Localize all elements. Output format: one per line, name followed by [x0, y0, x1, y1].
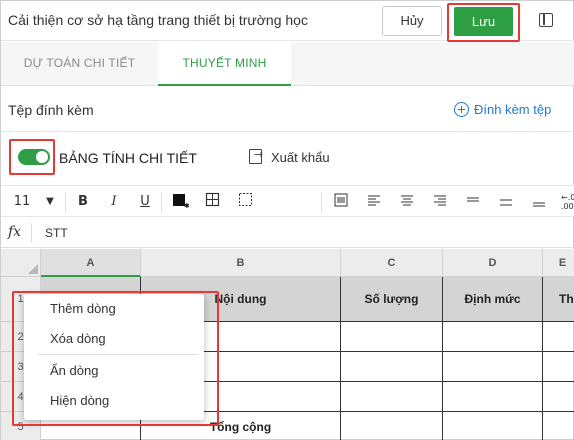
table-cell[interactable] [543, 322, 574, 352]
side-panel-icon[interactable] [539, 13, 553, 27]
bold-button[interactable]: B [75, 191, 91, 213]
table-cell[interactable] [443, 352, 543, 382]
align-left-icon[interactable] [365, 191, 383, 213]
column-header-e[interactable]: E [543, 249, 574, 277]
column-header-a[interactable]: A [41, 249, 141, 277]
tab-thuyet-minh[interactable]: THUYẾT MINH [158, 42, 291, 86]
fill-color-icon[interactable]: ✱ [171, 191, 190, 213]
sheet-toggle[interactable] [18, 149, 50, 165]
column-header-d[interactable]: D [443, 249, 543, 277]
formula-input[interactable]: STT [45, 226, 68, 240]
select-all-corner[interactable] [1, 249, 41, 277]
dialog-header: Cải thiện cơ sở hạ tầng trang thiết bị t… [1, 1, 574, 42]
table-cell[interactable] [543, 382, 574, 412]
table-cell[interactable] [443, 412, 543, 440]
dialog-title: Cải thiện cơ sở hạ tầng trang thiết bị t… [8, 12, 308, 28]
format-toolbar: 11 ▼ B I U ✱ ←.0 .00 [1, 185, 574, 217]
font-size-dropdown-icon[interactable]: ▼ [43, 191, 57, 213]
save-button[interactable]: Lưu [454, 7, 513, 36]
tab-du-toan-chi-tiet[interactable]: DỰ TOÁN CHI TIẾT [1, 42, 158, 86]
formula-bar: fx STT [1, 218, 574, 248]
vertical-align-bottom-icon[interactable] [530, 191, 548, 213]
table-cell[interactable] [443, 322, 543, 352]
borders-icon[interactable] [204, 191, 222, 213]
align-center-icon[interactable] [398, 191, 416, 213]
table-cell[interactable] [341, 382, 443, 412]
table-cell[interactable] [543, 352, 574, 382]
add-circle-icon[interactable] [454, 102, 469, 117]
toolbar-divider [161, 192, 162, 212]
table-header-cell[interactable]: Th [543, 277, 574, 322]
export-icon[interactable] [249, 148, 263, 164]
toolbar-divider [65, 192, 66, 212]
align-right-icon[interactable] [431, 191, 449, 213]
export-button[interactable]: Xuất khẩu [271, 150, 330, 165]
table-header-cell[interactable]: Định mức [443, 277, 543, 322]
sheet-toggle-label: BẢNG TÍNH CHI TIẾT [59, 150, 197, 166]
toolbar-divider [321, 192, 322, 212]
svg-text:✱: ✱ [184, 202, 189, 209]
tab-bar: DỰ TOÁN CHI TIẾT THUYẾT MINH [1, 42, 574, 86]
italic-button[interactable]: I [106, 191, 122, 213]
table-cell[interactable] [341, 352, 443, 382]
table-cell[interactable] [543, 412, 574, 440]
table-header-cell[interactable]: Số lượng [341, 277, 443, 322]
cancel-button[interactable]: Hủy [382, 6, 442, 36]
font-size-value[interactable]: 11 [13, 191, 31, 213]
table-cell[interactable] [443, 382, 543, 412]
column-header-c[interactable]: C [341, 249, 443, 277]
toggle-knob [36, 151, 48, 163]
border-color-icon[interactable] [237, 191, 255, 213]
attachment-label: Tệp đính kèm [8, 102, 94, 118]
formula-divider [31, 223, 32, 243]
underline-button[interactable]: U [137, 191, 153, 213]
column-header-b[interactable]: B [141, 249, 341, 277]
merge-cells-icon[interactable] [332, 191, 350, 213]
fx-icon: fx [8, 224, 22, 240]
context-menu-highlight [12, 291, 219, 426]
table-cell[interactable] [341, 412, 443, 440]
decrease-decimal-button[interactable]: ←.0 .00 [561, 193, 574, 215]
table-cell[interactable] [341, 322, 443, 352]
attach-file-link[interactable]: Đính kèm tệp [474, 102, 551, 117]
attachment-row: Tệp đính kèm Đính kèm tệp [1, 87, 574, 132]
vertical-align-icon[interactable] [497, 191, 515, 213]
align-justify-icon[interactable] [464, 191, 482, 213]
